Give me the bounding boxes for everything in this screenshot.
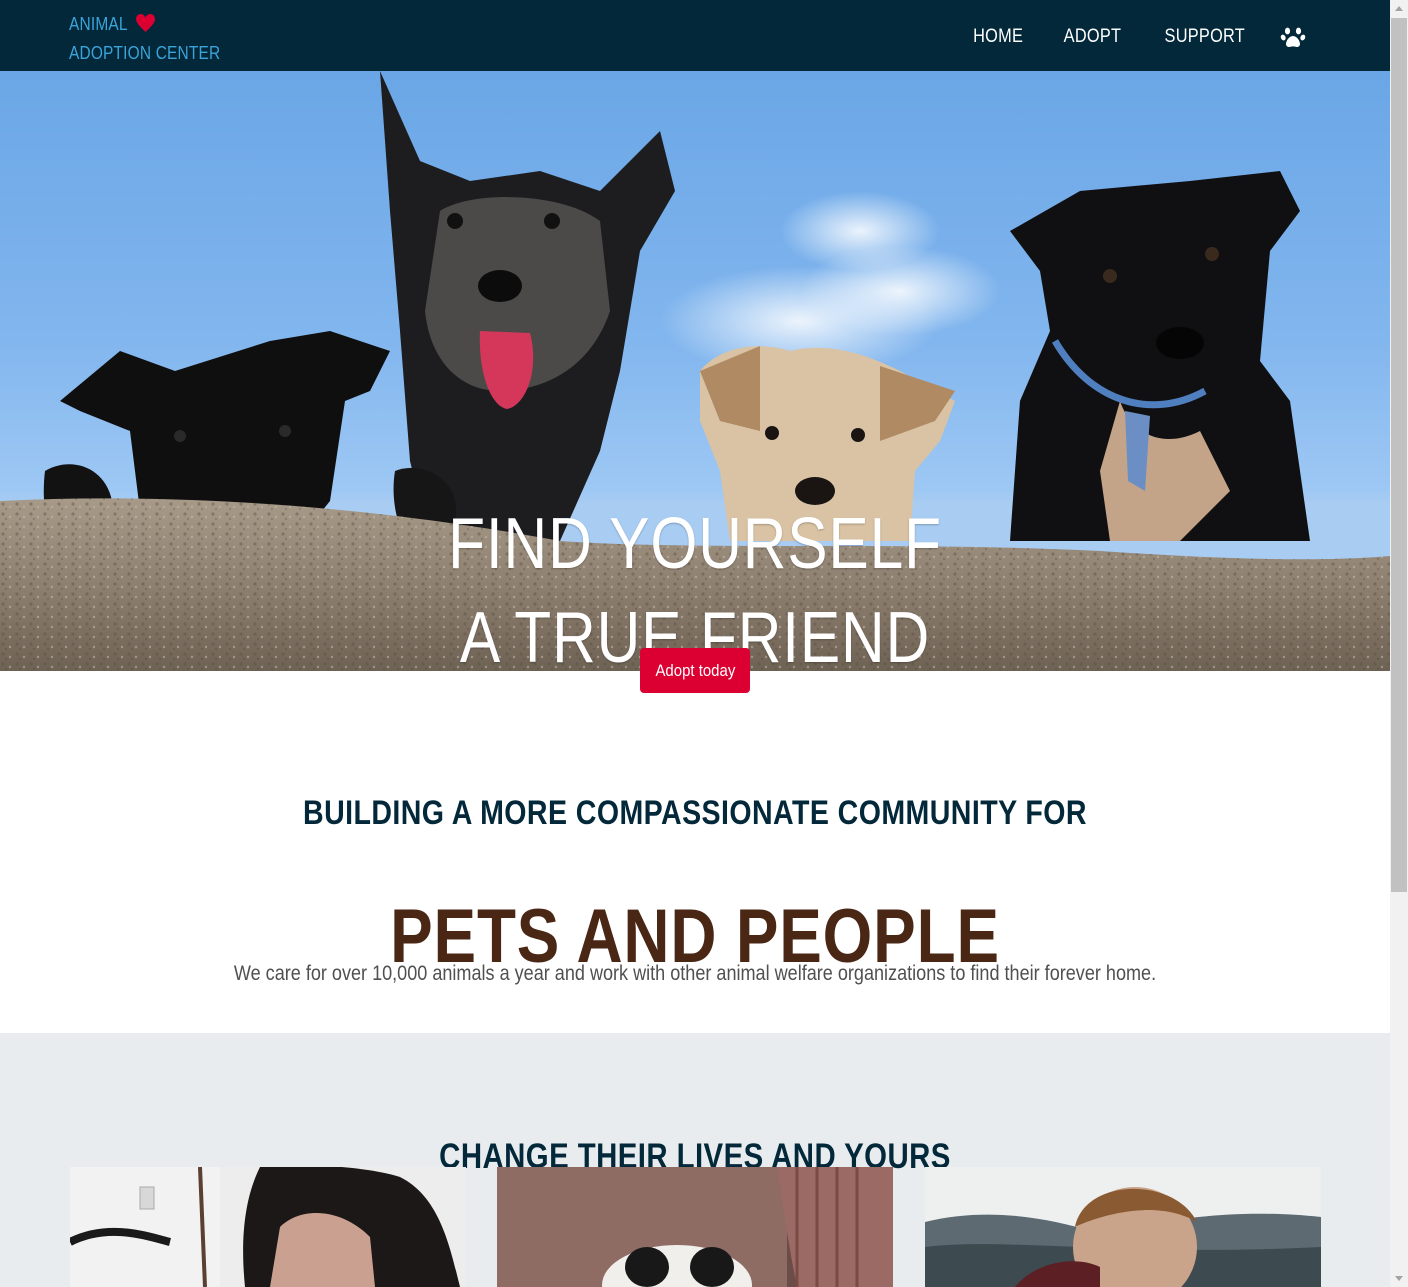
story-card-image-1 [70,1167,466,1287]
page: ANIMAL ADOPTION CENTER HOME ADOPT SUPPOR… [0,0,1390,1287]
hero-title-line-1: FIND YOURSELF [448,504,942,585]
heart-icon [135,14,155,32]
scrollbar-thumb[interactable] [1391,18,1407,892]
vertical-scrollbar[interactable] [1390,0,1408,1287]
story-card-image-3 [925,1167,1321,1287]
main-nav: HOME ADOPT SUPPORT [937,24,1306,50]
mission-subtitle: BUILDING A MORE COMPASSIONATE COMMUNITY … [303,794,1087,832]
mission-section: BUILDING A MORE COMPASSIONATE COMMUNITY … [0,671,1390,1033]
nav-home[interactable]: HOME [973,24,1023,50]
scroll-up-arrow-icon[interactable] [1390,0,1408,18]
story-card-image-2 [497,1167,893,1287]
mission-text: We care for over 10,000 animals a year a… [233,962,1157,985]
brand-line-2: ADOPTION CENTER [69,43,221,63]
adopt-today-label: Adopt today [655,661,735,680]
scroll-down-arrow-icon[interactable] [1390,1269,1408,1287]
story-card-2[interactable] [497,1167,893,1287]
story-card-3[interactable] [925,1167,1321,1287]
nav-adopt[interactable]: ADOPT [1064,24,1122,50]
hero-banner: FIND YOURSELF A TRUE FRIEND [0,71,1390,671]
nav-support[interactable]: SUPPORT [1165,24,1246,50]
story-card-1[interactable] [70,1167,466,1287]
hero-title: FIND YOURSELF A TRUE FRIEND [111,497,1279,671]
paw-icon[interactable] [1280,24,1306,50]
brand-line-1: ANIMAL [69,14,128,34]
adopt-today-button[interactable]: Adopt today [640,648,750,693]
navbar: ANIMAL ADOPTION CENTER HOME ADOPT SUPPOR… [0,0,1390,71]
brand-logo[interactable]: ANIMAL ADOPTION CENTER [69,10,220,68]
change-section: CHANGE THEIR LIVES AND YOURS [0,1033,1390,1287]
